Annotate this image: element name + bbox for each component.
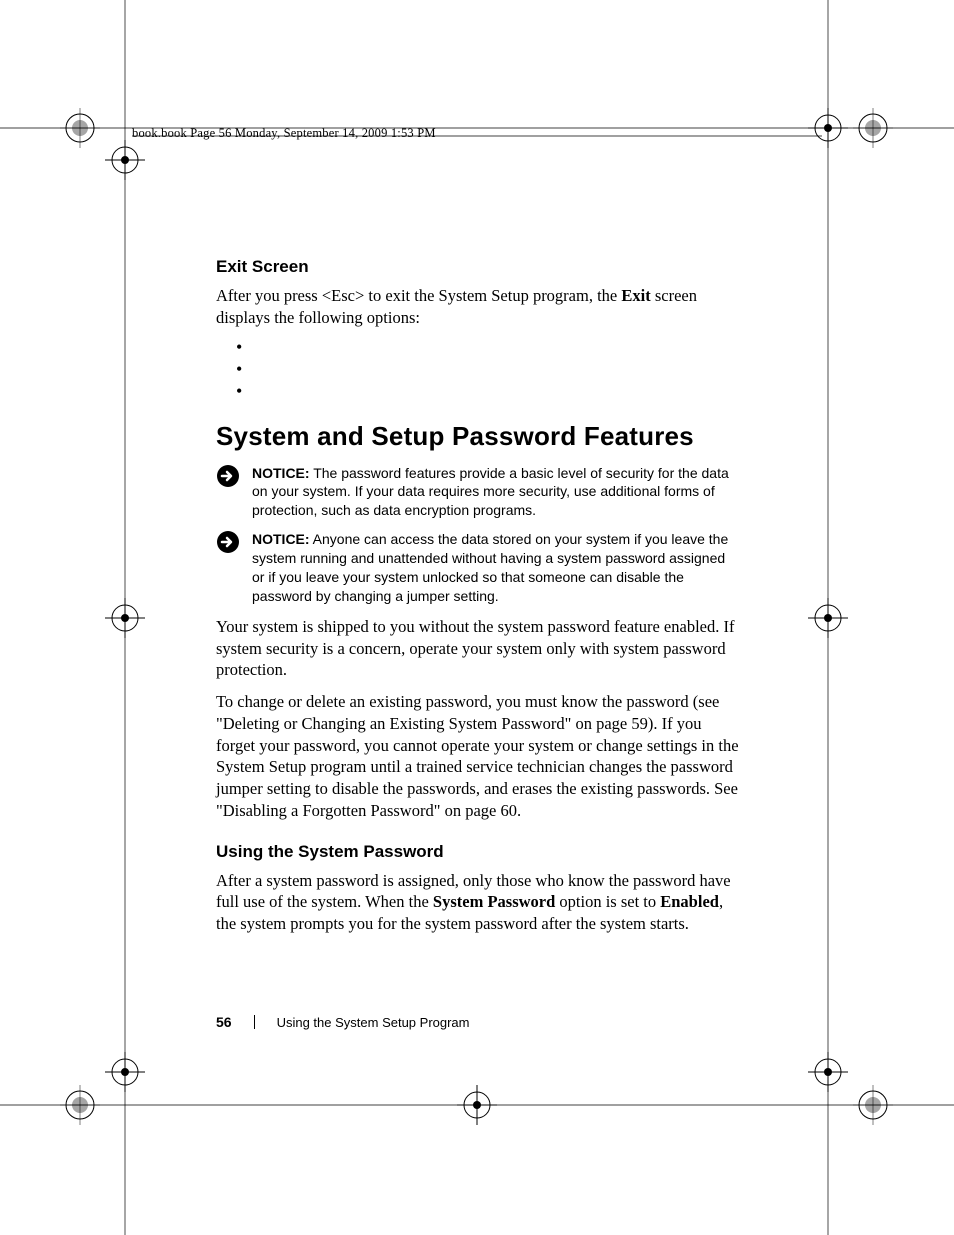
page-number: 56 [216,1014,232,1030]
notice-body: The password features provide a basic le… [252,465,729,519]
list-item [236,339,741,361]
notice-label: NOTICE: [252,465,310,481]
exit-screen-intro: After you press <Esc> to exit the System… [216,285,741,329]
exit-options-list [236,339,741,405]
paragraph: Your system is shipped to you without th… [216,616,741,681]
text-bold: Exit [621,286,650,305]
text-bold: Enabled [660,892,719,911]
notice-block: NOTICE: The password features provide a … [216,464,741,521]
page-content: Exit Screen After you press <Esc> to exi… [216,257,741,945]
using-system-password-heading: Using the System Password [216,842,741,862]
notice-label: NOTICE: [252,531,310,547]
exit-screen-heading: Exit Screen [216,257,741,277]
footer-divider [254,1015,255,1029]
document-page: book.book Page 56 Monday, September 14, … [0,0,954,1235]
main-heading: System and Setup Password Features [216,421,741,452]
header-crop-info: book.book Page 56 Monday, September 14, … [132,126,835,141]
notice-text: NOTICE: Anyone can access the data store… [252,530,741,606]
paragraph: After a system password is assigned, onl… [216,870,741,935]
notice-arrow-icon [216,530,240,554]
notice-body: Anyone can access the data stored on you… [252,531,728,604]
list-item [236,361,741,383]
paragraph: To change or delete an existing password… [216,691,741,822]
text-bold: System Password [433,892,555,911]
text: option is set to [555,892,660,911]
notice-arrow-icon [216,464,240,488]
notice-block: NOTICE: Anyone can access the data store… [216,530,741,606]
page-footer: 56 Using the System Setup Program [216,1014,470,1030]
notice-text: NOTICE: The password features provide a … [252,464,741,521]
text: After you press <Esc> to exit the System… [216,286,621,305]
list-item [236,383,741,405]
footer-section-title: Using the System Setup Program [277,1015,470,1030]
